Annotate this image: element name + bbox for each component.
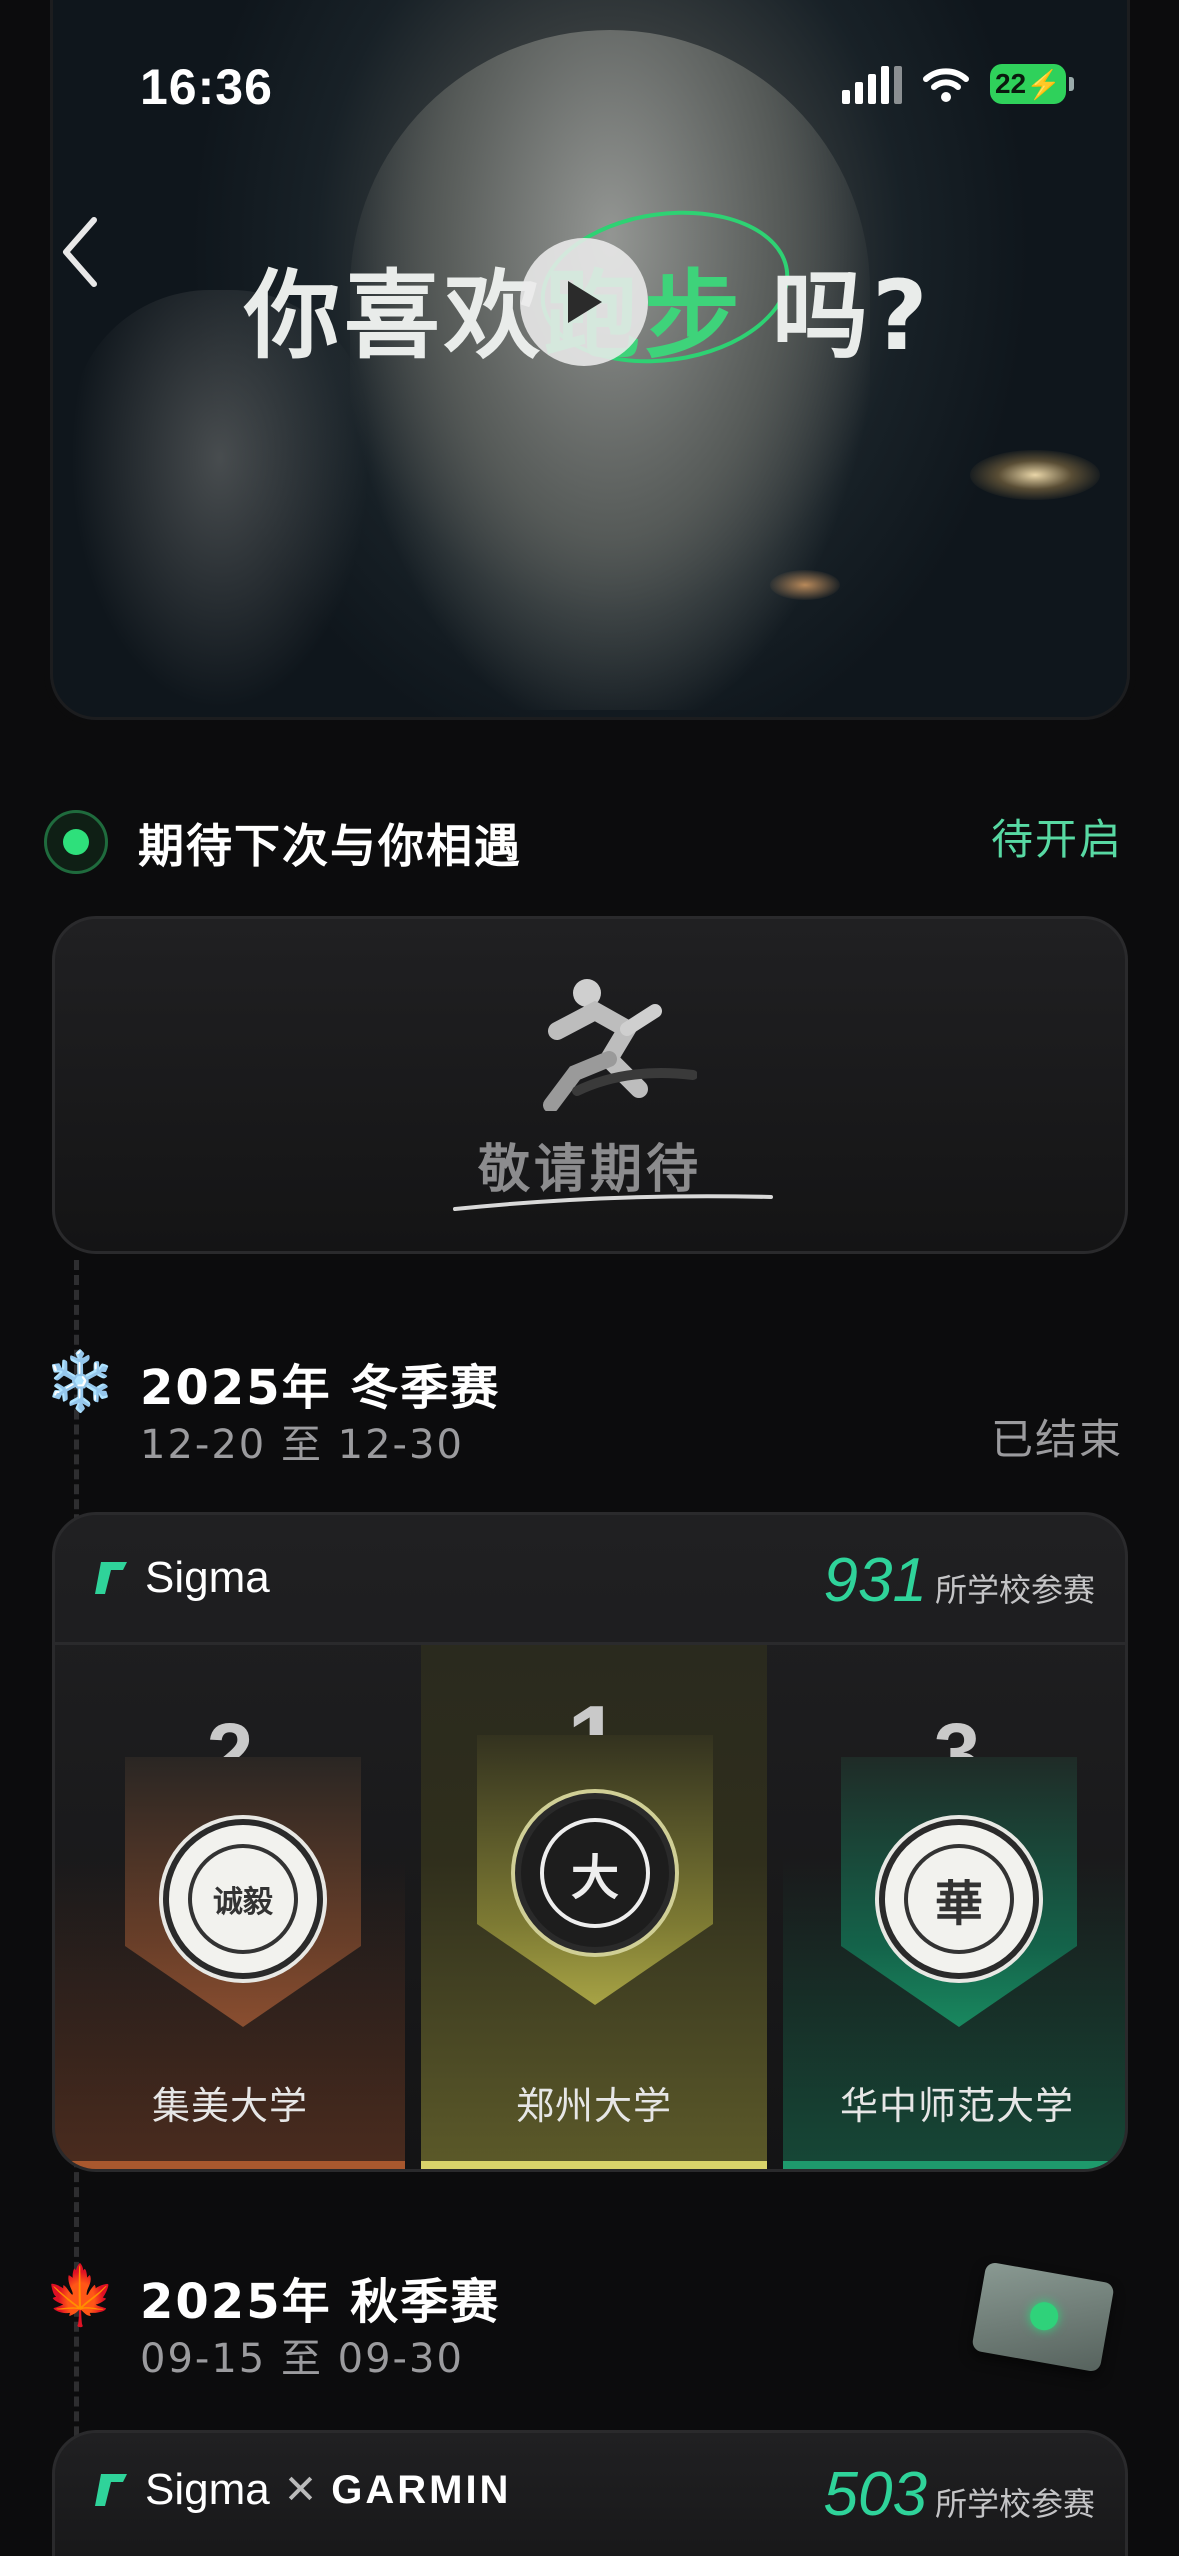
maple-leaf-icon: 🍁 (44, 2261, 117, 2329)
card-header: Sigma 931 所学校参赛 (55, 1515, 1125, 1645)
upcoming-status: 待开启 (990, 815, 1123, 864)
season-title: 2025年 冬季赛 (140, 1360, 501, 1416)
season-title: 2025年 秋季赛 (140, 2274, 501, 2330)
podium-bar (55, 2161, 405, 2169)
runner-icon (543, 979, 697, 1111)
season-dates: 09-15 至 09-30 (140, 2336, 464, 2382)
wifi-icon (923, 68, 969, 102)
play-icon (568, 281, 602, 323)
partner-logo: GARMIN (331, 2467, 512, 2512)
season-result-card[interactable]: Sigma 931 所学校参赛 2 诚毅 集美大学 1 大 郑州大学 3 華 华… (52, 1512, 1128, 2172)
back-icon[interactable] (56, 212, 106, 292)
battery-icon: 22 ⚡ (990, 64, 1074, 104)
school-name: 集美大学 (151, 2084, 308, 2128)
school-emblem: 大 (515, 1793, 675, 1953)
upcoming-title: 期待下次与你相遇 (138, 819, 522, 873)
sigma-logo-icon (95, 2474, 127, 2506)
season-result-card[interactable]: Sigma ✕ GARMIN 503 所学校参赛 (52, 2430, 1128, 2556)
school-emblem: 華 (879, 1819, 1039, 1979)
current-indicator (44, 810, 108, 874)
street-light (970, 450, 1100, 500)
brand-logo: Sigma ✕ GARMIN (93, 2465, 511, 2515)
participant-count: 931 所学校参赛 (823, 1546, 1095, 1615)
podium-first[interactable]: 1 大 郑州大学 (421, 1645, 767, 2169)
school-emblem: 诚毅 (163, 1819, 323, 1979)
season-status: 已结束 (990, 1415, 1123, 1464)
envelope-icon[interactable] (971, 2261, 1115, 2373)
participant-count: 503 所学校参赛 (823, 2460, 1095, 2529)
brand-logo: Sigma (93, 1553, 270, 1603)
podium-bar (783, 2161, 1125, 2169)
podium-bar (421, 2161, 767, 2169)
status-time: 16:36 (140, 59, 273, 115)
brush-underline (453, 1194, 773, 1211)
play-button[interactable] (520, 238, 648, 366)
school-name: 郑州大学 (515, 2084, 672, 2128)
podium-second[interactable]: 2 诚毅 集美大学 (55, 1645, 405, 2169)
sigma-logo-icon (95, 1562, 127, 1594)
signal-icon (842, 64, 902, 104)
coming-soon-card: 敬请期待 (52, 916, 1128, 1254)
status-icons: 22 ⚡ (842, 64, 1074, 104)
school-name: 华中师范大学 (839, 2084, 1074, 2128)
street-light (770, 570, 840, 600)
season-dates: 12-20 至 12-30 (140, 1422, 464, 1468)
snowflake-icon: ❄️ (44, 1347, 117, 1415)
collab-x: ✕ (283, 2468, 318, 2512)
podium-third[interactable]: 3 華 华中师范大学 (783, 1645, 1125, 2169)
